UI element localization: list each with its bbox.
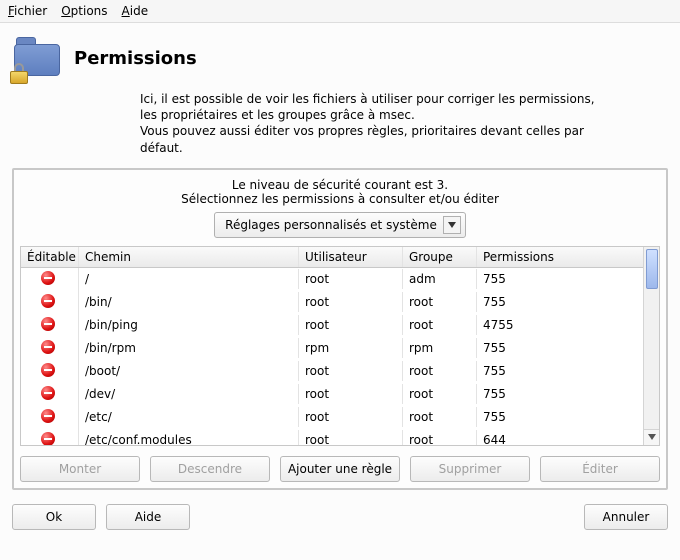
cancel-button[interactable]: Annuler — [584, 504, 668, 530]
permissions-panel: Le niveau de sécurité courant est 3. Sél… — [12, 168, 668, 490]
cell-user: root — [299, 384, 403, 404]
col-editable[interactable]: Éditable — [21, 247, 79, 267]
chevron-down-icon — [443, 216, 461, 234]
not-editable-icon — [41, 294, 55, 308]
cell-group: root — [403, 407, 477, 427]
cell-perms: 4755 — [477, 315, 643, 335]
cell-perms: 755 — [477, 338, 643, 358]
menu-file[interactable]: FFichierichier — [8, 4, 47, 18]
delete-button[interactable]: Supprimer — [410, 456, 530, 482]
cell-perms: 644 — [477, 430, 643, 445]
edit-button[interactable]: Éditer — [540, 456, 660, 482]
menu-options[interactable]: Options — [61, 4, 107, 18]
cell-path: /dev/ — [79, 384, 299, 404]
permissions-table: Éditable Chemin Utilisateur Groupe Permi… — [20, 246, 660, 446]
cell-perms: 755 — [477, 292, 643, 312]
table-row[interactable]: /etc/rootroot755 — [21, 406, 643, 429]
cell-group: root — [403, 361, 477, 381]
cell-path: / — [79, 269, 299, 289]
cell-perms: 755 — [477, 384, 643, 404]
not-editable-icon — [41, 432, 55, 445]
cell-user: root — [299, 361, 403, 381]
settings-scope-dropdown[interactable]: Réglages personnalisés et système — [214, 212, 466, 238]
not-editable-icon — [41, 409, 55, 423]
not-editable-icon — [41, 363, 55, 377]
cell-user: root — [299, 430, 403, 445]
table-row[interactable]: /boot/rootroot755 — [21, 360, 643, 383]
col-perms[interactable]: Permissions — [477, 247, 643, 267]
cell-group: root — [403, 315, 477, 335]
cell-group: root — [403, 292, 477, 312]
table-row[interactable]: /rootadm755 — [21, 268, 643, 291]
cell-group: root — [403, 384, 477, 404]
intro-text: Ici, il est possible de voir les fichier… — [0, 85, 680, 164]
cell-group: root — [403, 430, 477, 445]
table-action-row: Monter Descendre Ajouter une règle Suppr… — [20, 456, 660, 482]
cell-path: /etc/conf.modules — [79, 430, 299, 445]
not-editable-icon — [41, 386, 55, 400]
table-row[interactable]: /etc/conf.modulesrootroot644 — [21, 429, 643, 445]
table-header: Éditable Chemin Utilisateur Groupe Permi… — [21, 247, 643, 268]
scrollbar-down-button[interactable] — [644, 429, 659, 445]
add-rule-button[interactable]: Ajouter une règle — [280, 456, 400, 482]
table-row[interactable]: /bin/rpmrpmrpm755 — [21, 337, 643, 360]
cell-user: root — [299, 292, 403, 312]
page-title: Permissions — [74, 48, 197, 69]
cell-user: root — [299, 315, 403, 335]
cell-user: rpm — [299, 338, 403, 358]
dialog-footer: Ok Aide Annuler — [0, 490, 680, 544]
move-down-button[interactable]: Descendre — [150, 456, 270, 482]
cell-path: /bin/ — [79, 292, 299, 312]
not-editable-icon — [41, 317, 55, 331]
cell-perms: 755 — [477, 361, 643, 381]
col-group[interactable]: Groupe — [403, 247, 477, 267]
menu-help[interactable]: Aide — [122, 4, 149, 18]
ok-button[interactable]: Ok — [12, 504, 96, 530]
cell-perms: 755 — [477, 269, 643, 289]
not-editable-icon — [41, 340, 55, 354]
not-editable-icon — [41, 271, 55, 285]
table-row[interactable]: /bin/rootroot755 — [21, 291, 643, 314]
help-button[interactable]: Aide — [106, 504, 190, 530]
cell-path: /bin/ping — [79, 315, 299, 335]
security-level-text: Le niveau de sécurité courant est 3. Sél… — [20, 176, 660, 212]
table-row[interactable]: /bin/pingrootroot4755 — [21, 314, 643, 337]
permissions-folder-lock-icon — [14, 37, 62, 79]
dropdown-selected-label: Réglages personnalisés et système — [225, 218, 437, 232]
cell-path: /boot/ — [79, 361, 299, 381]
col-user[interactable]: Utilisateur — [299, 247, 403, 267]
cell-user: root — [299, 269, 403, 289]
cell-perms: 755 — [477, 407, 643, 427]
cell-path: /bin/rpm — [79, 338, 299, 358]
page-header: Permissions — [0, 23, 680, 85]
table-row[interactable]: /dev/rootroot755 — [21, 383, 643, 406]
menu-bar: FFichierichier Options Aide — [0, 0, 680, 23]
cell-group: adm — [403, 269, 477, 289]
vertical-scrollbar[interactable] — [643, 247, 659, 445]
move-up-button[interactable]: Monter — [20, 456, 140, 482]
cell-user: root — [299, 407, 403, 427]
cell-group: rpm — [403, 338, 477, 358]
col-path[interactable]: Chemin — [79, 247, 299, 267]
cell-path: /etc/ — [79, 407, 299, 427]
scrollbar-thumb[interactable] — [646, 249, 658, 289]
